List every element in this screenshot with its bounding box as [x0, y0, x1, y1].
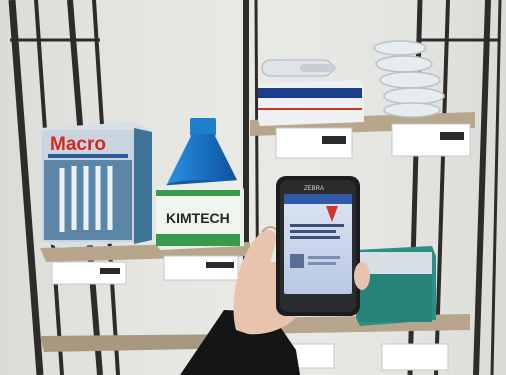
- macro-label: Macro: [50, 134, 106, 155]
- kimtech-box: KIMTECH: [156, 180, 244, 250]
- scanner-screen: [284, 194, 352, 294]
- scanner-brand: ZEBRA: [304, 186, 324, 192]
- macro-product-box: Macro: [40, 122, 152, 248]
- teal-tip-box: [356, 246, 436, 326]
- handheld-scanner: ZEBRA: [276, 176, 370, 316]
- kimtech-label: KIMTECH: [166, 210, 230, 226]
- scene: Macro KIMTECH ZEBRA: [0, 0, 506, 375]
- photo-canvas: Macro KIMTECH ZEBRA: [0, 0, 506, 375]
